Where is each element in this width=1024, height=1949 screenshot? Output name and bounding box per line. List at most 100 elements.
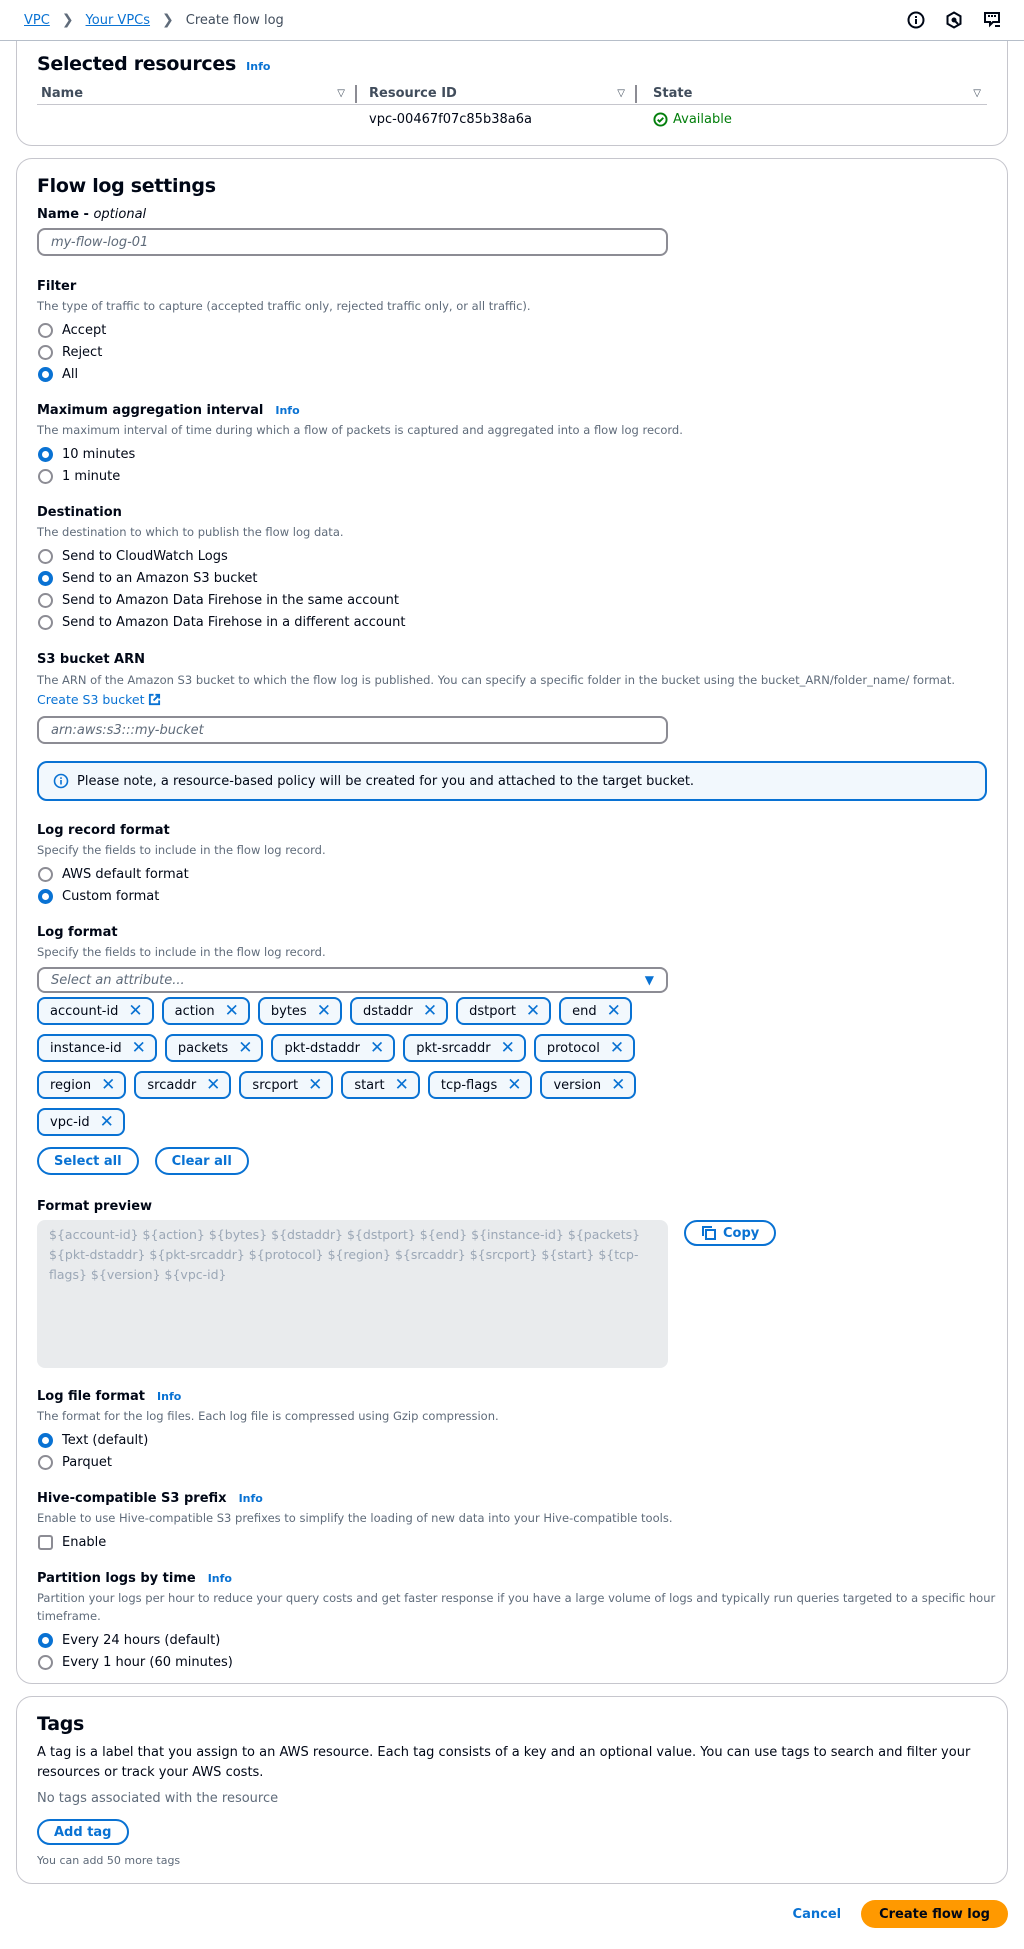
format-preview-field: Format preview ${account-id} ${action} $… [37, 1199, 777, 1368]
info-link[interactable]: Info [246, 60, 270, 73]
radio-firehose-different[interactable]: Send to Amazon Data Firehose in a differ… [37, 611, 405, 633]
column-header-state[interactable]: State ▽ [637, 83, 987, 104]
hive-prefix-description: Enable to use Hive-compatible S3 prefixe… [37, 1511, 673, 1525]
format-preview-label: Format preview [37, 1199, 153, 1214]
radio-10-minutes[interactable]: 10 minutes [37, 443, 683, 465]
aggregation-label: Maximum aggregation interval Info [37, 403, 300, 418]
radio-1-minute[interactable]: 1 minute [37, 465, 683, 487]
tags-empty-text: No tags associated with the resource [37, 1791, 279, 1806]
clear-all-button[interactable]: Clear all [154, 1147, 249, 1175]
token: packets ✕ [164, 1034, 264, 1062]
token: bytes ✕ [257, 997, 342, 1025]
info-link[interactable]: Info [208, 1572, 232, 1585]
column-header-resource-id[interactable]: Resource ID ▽ [357, 83, 637, 104]
column-header-name[interactable]: Name ▽ [37, 83, 357, 104]
log-record-format-description: Specify the fields to include in the flo… [37, 843, 326, 857]
chevron-right-icon: ❯ [61, 12, 74, 28]
aggregation-field: Maximum aggregation interval Info The max… [37, 403, 683, 487]
sort-icon[interactable]: ▽ [973, 88, 981, 99]
s3-arn-label: S3 bucket ARN [37, 652, 146, 667]
s3-arn-field: S3 bucket ARN The ARN of the Amazon S3 b… [37, 652, 997, 744]
radio-cloudwatch[interactable]: Send to CloudWatch Logs [37, 545, 405, 567]
close-icon[interactable]: ✕ [501, 1039, 515, 1057]
token: srcaddr ✕ [134, 1071, 232, 1099]
token: protocol ✕ [533, 1034, 636, 1062]
breadcrumb: VPC ❯ Your VPCs ❯ Create flow log [24, 12, 284, 28]
enable-checkbox[interactable]: Enable [37, 1531, 672, 1553]
cell-resource-id: vpc-00467f07c85b38a6a [369, 111, 532, 127]
external-link-icon [149, 693, 161, 706]
close-icon[interactable]: ✕ [128, 1002, 142, 1020]
breadcrumb-vpc[interactable]: VPC [24, 13, 50, 28]
token: srcport ✕ [239, 1071, 334, 1099]
hive-prefix-label: Hive-compatible S3 prefix Info [37, 1491, 263, 1506]
radio-text[interactable]: Text (default) [37, 1429, 499, 1451]
radio-accept[interactable]: Accept [37, 319, 531, 341]
column-label: Resource ID [369, 86, 457, 101]
close-icon[interactable]: ✕ [308, 1076, 322, 1094]
tags-title: Tags [37, 1713, 85, 1735]
attribute-tokens: account-id ✕ action ✕ bytes ✕ dstaddr ✕ dstp… [37, 997, 677, 1136]
feedback-icon[interactable] [982, 10, 1002, 30]
radio-aws-default-format[interactable]: AWS default format [37, 863, 326, 885]
close-icon[interactable]: ✕ [423, 1002, 437, 1020]
cloudshell-hex-icon[interactable] [944, 10, 964, 30]
radio-every-24-hours[interactable]: Every 24 hours (default) [37, 1629, 997, 1651]
breadcrumb-your-vpcs[interactable]: Your VPCs [86, 13, 150, 28]
sort-icon[interactable]: ▽ [617, 88, 625, 99]
breadcrumb-current: Create flow log [185, 12, 284, 28]
radio-firehose-same[interactable]: Send to Amazon Data Firehose in the same… [37, 589, 405, 611]
close-icon[interactable]: ✕ [100, 1113, 114, 1131]
token: pkt-dstaddr ✕ [271, 1034, 396, 1062]
radio-reject[interactable]: Reject [37, 341, 531, 363]
select-placeholder: Select an attribute... [51, 972, 185, 988]
radio-custom-format[interactable]: Custom format [37, 885, 326, 907]
radio-every-1-hour[interactable]: Every 1 hour (60 minutes) [37, 1651, 997, 1673]
close-icon[interactable]: ✕ [607, 1002, 621, 1020]
attribute-select[interactable]: Select an attribute... ▼ [37, 967, 668, 993]
token: version ✕ [540, 1071, 637, 1099]
close-icon[interactable]: ✕ [101, 1076, 115, 1094]
radio-all[interactable]: All [37, 363, 531, 385]
tags-description: A tag is a label that you assign to an A… [37, 1745, 971, 1780]
log-record-format-field: Log record format Specify the fields to … [37, 823, 326, 907]
format-preview-textarea[interactable]: ${account-id} ${action} ${bytes} ${dstad… [37, 1220, 668, 1368]
name-input[interactable]: my-flow-log-01 [37, 228, 668, 256]
close-icon[interactable]: ✕ [507, 1076, 521, 1094]
info-icon[interactable] [906, 10, 926, 30]
close-icon[interactable]: ✕ [317, 1002, 331, 1020]
alert-text: Please note, a resource-based policy wil… [77, 773, 695, 789]
status-badge: Available [637, 112, 987, 127]
add-tag-button[interactable]: Add tag [37, 1819, 129, 1845]
create-flow-log-button[interactable]: Create flow log [861, 1900, 1008, 1928]
s3-arn-input[interactable]: arn:aws:s3:::my-bucket [37, 716, 668, 744]
token: region ✕ [37, 1071, 127, 1099]
create-s3-bucket-link[interactable]: Create S3 bucket [37, 692, 161, 707]
close-icon[interactable]: ✕ [395, 1076, 409, 1094]
partition-field: Partition logs by time Info Partition you… [37, 1571, 997, 1673]
close-icon[interactable]: ✕ [132, 1039, 146, 1057]
caret-down-icon: ▼ [644, 973, 654, 987]
sort-icon[interactable]: ▽ [337, 88, 345, 99]
close-icon[interactable]: ✕ [611, 1076, 625, 1094]
close-icon[interactable]: ✕ [370, 1039, 384, 1057]
close-icon[interactable]: ✕ [225, 1002, 239, 1020]
token: dstport ✕ [456, 997, 552, 1025]
close-icon[interactable]: ✕ [238, 1039, 252, 1057]
radio-parquet[interactable]: Parquet [37, 1451, 499, 1473]
check-circle-icon [653, 111, 668, 127]
close-icon[interactable]: ✕ [206, 1076, 220, 1094]
close-icon[interactable]: ✕ [526, 1002, 540, 1020]
token: pkt-srcaddr ✕ [403, 1034, 526, 1062]
copy-icon [702, 1226, 716, 1240]
select-all-button[interactable]: Select all [37, 1147, 139, 1175]
close-icon[interactable]: ✕ [610, 1039, 624, 1057]
table-header: Name ▽ Resource ID ▽ State ▽ [37, 83, 987, 105]
aggregation-description: The maximum interval of time during whic… [37, 423, 683, 437]
radio-s3[interactable]: Send to an Amazon S3 bucket [37, 567, 405, 589]
cancel-button[interactable]: Cancel [793, 1907, 842, 1922]
info-link[interactable]: Info [157, 1390, 181, 1403]
copy-button[interactable]: Copy [684, 1220, 777, 1246]
info-link[interactable]: Info [275, 404, 299, 417]
info-link[interactable]: Info [239, 1492, 263, 1505]
